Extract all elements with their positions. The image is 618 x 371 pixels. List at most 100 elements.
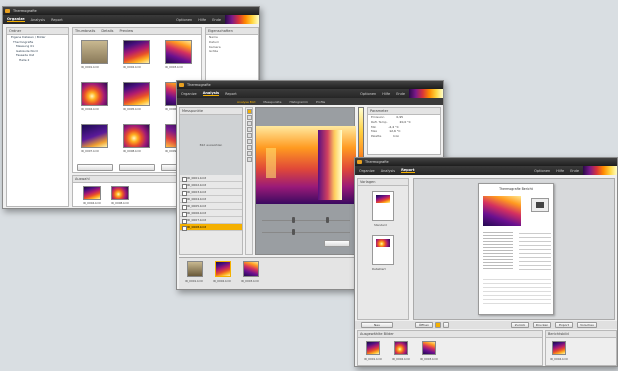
subtab-analyse[interactable]: Analyse Bild bbox=[237, 100, 255, 104]
preview-button[interactable]: Vorschau bbox=[577, 322, 597, 328]
tool-point-icon[interactable] bbox=[246, 115, 252, 120]
print-button[interactable]: Drucken bbox=[533, 322, 551, 328]
measure-list-panel: Messpunkte Bild auswählen IR_0001.bmt IR… bbox=[179, 107, 243, 255]
app-logo-icon bbox=[179, 83, 184, 87]
menu-exit[interactable]: Ende bbox=[570, 169, 579, 173]
report-film-thumbnail[interactable] bbox=[422, 341, 436, 355]
print-icon[interactable] bbox=[443, 322, 449, 328]
tool-delete-icon[interactable] bbox=[246, 151, 252, 156]
menu-report[interactable]: Report bbox=[401, 168, 415, 173]
nav-button[interactable] bbox=[77, 164, 113, 171]
menu-exit[interactable]: Ende bbox=[396, 92, 405, 96]
film-thumbnail[interactable] bbox=[187, 261, 203, 277]
menu-organize[interactable]: Organize bbox=[359, 169, 375, 173]
back-button[interactable]: Zurück bbox=[511, 322, 529, 328]
nav-button[interactable] bbox=[119, 164, 155, 171]
menu-exit[interactable]: Ende bbox=[212, 18, 221, 22]
report-film-thumbnail[interactable] bbox=[366, 341, 380, 355]
measure-list-row[interactable]: IR_0005.bmt bbox=[180, 203, 242, 210]
menu-organize[interactable]: Organize bbox=[181, 92, 197, 96]
report-image-panel: Berichtsbild IR_0004.bmt bbox=[545, 330, 617, 366]
thermal-hotspot bbox=[266, 148, 276, 178]
tab-thumbnails[interactable]: Thumbnails bbox=[75, 28, 95, 34]
menu-analysis[interactable]: Analysis bbox=[31, 18, 45, 22]
report-thermal-image bbox=[483, 196, 521, 226]
menu-analysis[interactable]: Analysis bbox=[202, 91, 220, 96]
thumbnail-image[interactable] bbox=[81, 40, 108, 64]
analysis-canvas[interactable] bbox=[255, 107, 356, 255]
report-image-header: Berichtsbild bbox=[546, 331, 616, 338]
tool-select-icon[interactable] bbox=[246, 109, 252, 114]
selected-thumbnail[interactable] bbox=[111, 186, 129, 200]
menu-options[interactable]: Optionen bbox=[360, 92, 376, 96]
export-button[interactable]: Export bbox=[555, 322, 573, 328]
measure-list-row[interactable]: IR_0002.bmt bbox=[180, 182, 242, 189]
menu-help[interactable]: Hilfe bbox=[198, 18, 206, 22]
measure-list-row[interactable]: IR_0001.bmt bbox=[180, 175, 242, 182]
tool-text-icon[interactable] bbox=[246, 145, 252, 150]
tool-line-icon[interactable] bbox=[246, 121, 252, 126]
header-thermal-banner bbox=[409, 89, 443, 98]
parameter-value[interactable]: 20,0 °C bbox=[400, 120, 411, 125]
window-title: Thermografie bbox=[365, 160, 389, 164]
measure-list-row[interactable]: IR_0003.bmt bbox=[180, 189, 242, 196]
measure-list-row-selected[interactable]: IR_0008.bmt bbox=[180, 224, 242, 231]
organize-menubar: Organize Analysis Report Optionen Hilfe … bbox=[3, 15, 259, 24]
film-thumbnail[interactable] bbox=[215, 261, 231, 277]
report-titlebar: Thermografie bbox=[355, 158, 617, 166]
menu-help[interactable]: Hilfe bbox=[382, 92, 390, 96]
thumbnail-image[interactable] bbox=[123, 124, 150, 148]
parameter-value[interactable]: Iron bbox=[393, 134, 399, 139]
level-slider-track[interactable] bbox=[262, 232, 350, 233]
thumbnail-image[interactable] bbox=[123, 40, 150, 64]
report-film-thumbnail[interactable] bbox=[394, 341, 408, 355]
subtab-histogramm[interactable]: Histogramm bbox=[289, 100, 308, 104]
tree-item-halle[interactable]: Halle 2 bbox=[7, 58, 68, 63]
new-button[interactable]: Neu bbox=[361, 322, 393, 328]
thumbnail-image[interactable] bbox=[81, 124, 108, 148]
template-thumbnail[interactable] bbox=[372, 191, 394, 221]
level-slider-knob[interactable] bbox=[292, 229, 295, 235]
thumbnail-image[interactable] bbox=[123, 82, 150, 106]
report-image-thumbnail[interactable] bbox=[552, 341, 566, 355]
menu-options[interactable]: Optionen bbox=[534, 169, 550, 173]
menu-help[interactable]: Hilfe bbox=[556, 169, 564, 173]
measure-list-row[interactable]: IR_0004.bmt bbox=[180, 196, 242, 203]
subtab-messpunkte[interactable]: Messpunkte bbox=[263, 100, 281, 104]
apply-button[interactable] bbox=[324, 240, 350, 247]
thumbnail-image[interactable] bbox=[165, 40, 192, 64]
film-caption: IR_0001.bmt bbox=[185, 279, 203, 283]
range-slider-knob-low[interactable] bbox=[292, 217, 295, 223]
subtab-profile[interactable]: Profile bbox=[316, 100, 325, 104]
thumbnail-image[interactable] bbox=[81, 82, 108, 106]
menu-analysis[interactable]: Analysis bbox=[381, 169, 395, 173]
menu-report[interactable]: Report bbox=[51, 18, 63, 22]
open-button[interactable]: Öffnen bbox=[415, 322, 433, 328]
menu-report[interactable]: Report bbox=[225, 92, 237, 96]
report-notes bbox=[483, 276, 551, 306]
template-thumbnail[interactable] bbox=[372, 235, 394, 265]
thumbnail-tabs: Thumbnails Details Preview bbox=[73, 28, 201, 35]
range-slider-knob-high[interactable] bbox=[326, 217, 329, 223]
measure-list-header: Messpunkte bbox=[180, 108, 242, 115]
measure-list-row[interactable]: IR_0006.bmt bbox=[180, 210, 242, 217]
tab-preview[interactable]: Preview bbox=[119, 28, 133, 34]
selected-thumbnail[interactable] bbox=[83, 186, 101, 200]
report-image-caption: IR_0004.bmt bbox=[550, 357, 568, 361]
tool-pan-icon[interactable] bbox=[246, 139, 252, 144]
menu-organize[interactable]: Organize bbox=[7, 17, 25, 22]
thumbnail-caption: IR_0008.bmt bbox=[123, 149, 141, 153]
menu-options[interactable]: Optionen bbox=[176, 18, 192, 22]
film-thumbnail[interactable] bbox=[243, 261, 259, 277]
report-page[interactable]: Thermografie Bericht bbox=[478, 183, 554, 315]
tool-undo-icon[interactable] bbox=[246, 157, 252, 162]
tool-area-icon[interactable] bbox=[246, 127, 252, 132]
range-slider-track[interactable] bbox=[262, 220, 350, 221]
tool-zoom-icon[interactable] bbox=[246, 133, 252, 138]
measure-list-row[interactable]: IR_0007.bmt bbox=[180, 217, 242, 224]
tab-details[interactable]: Details bbox=[101, 28, 113, 34]
report-film-caption: IR_0003.bmt bbox=[420, 357, 438, 361]
thumbnail-caption: IR_0001.bmt bbox=[81, 65, 99, 69]
save-icon[interactable] bbox=[435, 322, 441, 328]
properties-panel: Eigenschaften Name Datum Kamera Größe bbox=[205, 27, 259, 83]
